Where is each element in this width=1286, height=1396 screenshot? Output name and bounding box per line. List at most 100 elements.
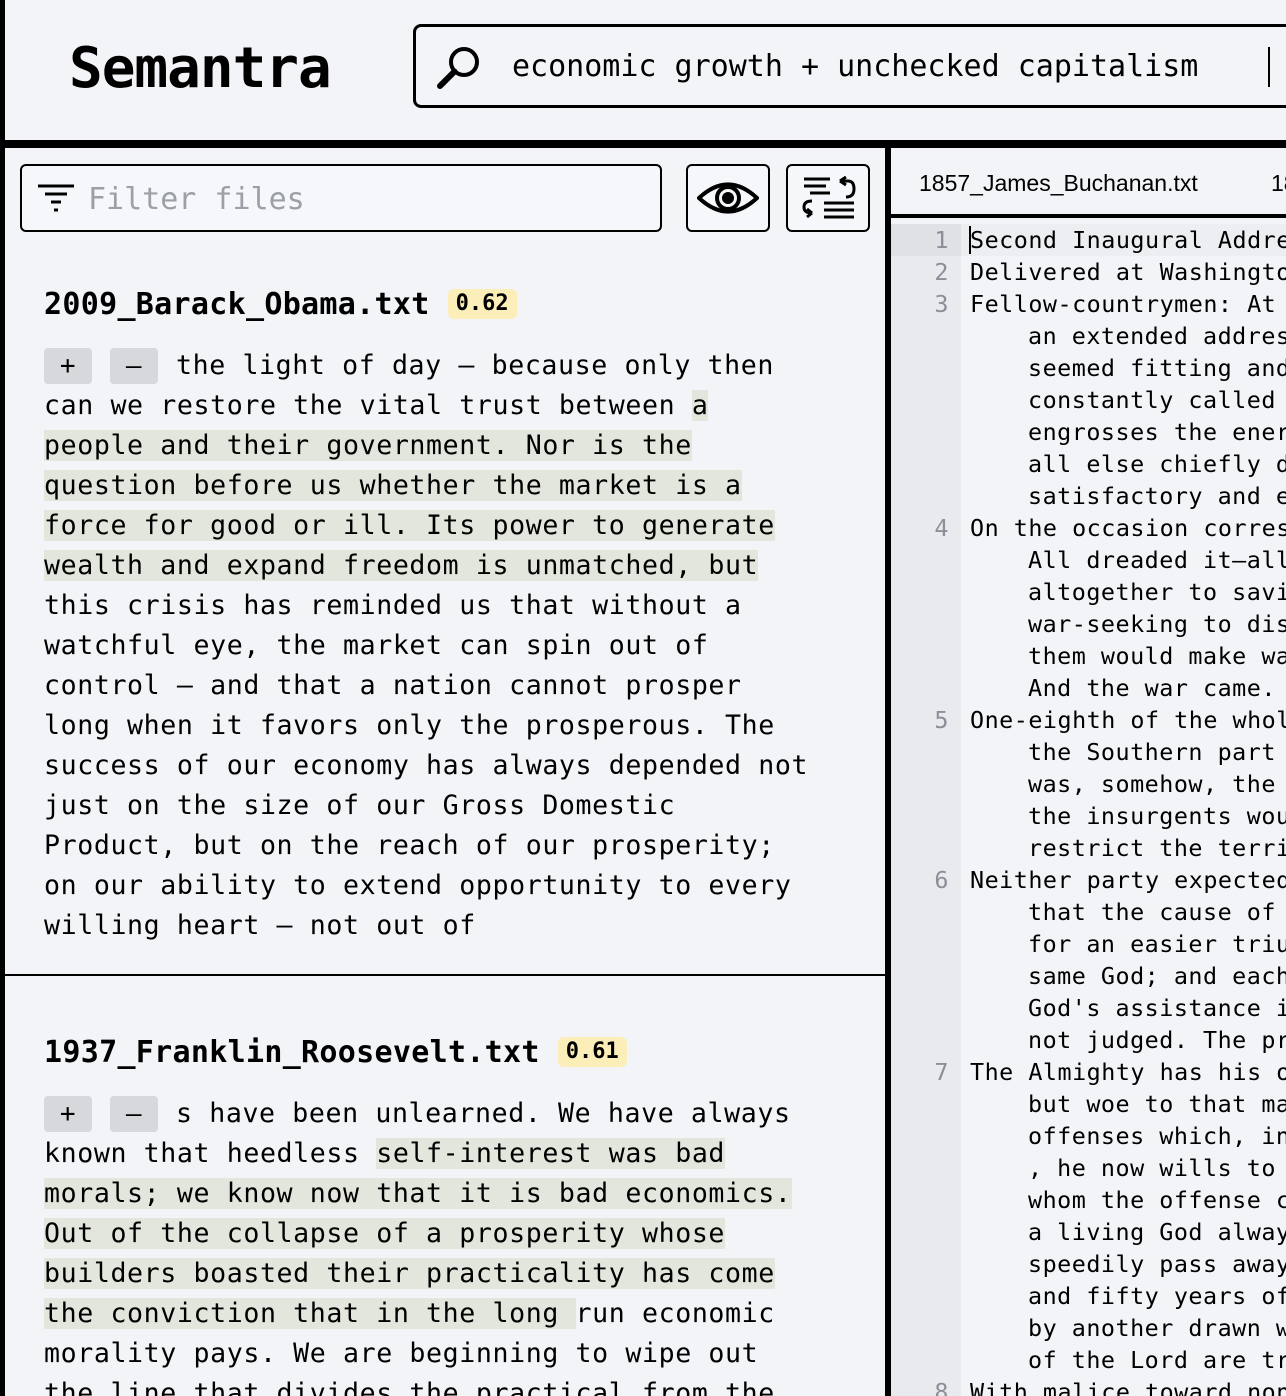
code-text: war-seeking to dis xyxy=(1028,610,1286,638)
snippet-line: just on the size of our Gross Domestic xyxy=(44,786,864,826)
code-text: of the Lord are tr xyxy=(1028,1346,1286,1374)
snippet-text: just on the size of our Gross Domestic xyxy=(44,790,676,821)
snippet-text: long when it favors only the prosperous.… xyxy=(44,710,775,741)
code-text: Second Inaugural Addre xyxy=(970,226,1286,254)
code-text: the Southern part xyxy=(1028,738,1276,766)
highlighted-text: morals; we know now that it is bad econo… xyxy=(44,1178,792,1209)
minus-button[interactable]: – xyxy=(110,1096,158,1132)
code-text: speedily pass away xyxy=(1028,1250,1286,1278)
app-window: Semantra economic growth + unchecked cap… xyxy=(0,0,1286,1396)
snippet-line: can we restore the vital trust between a xyxy=(44,386,864,426)
code-text: a living God alway xyxy=(1028,1218,1286,1246)
tab-file[interactable]: 18 xyxy=(1271,168,1286,198)
code-text: all else chiefly d xyxy=(1028,450,1286,478)
snippet-line: known that heedless self-interest was ba… xyxy=(44,1134,864,1174)
snippet-line: morals; we know now that it is bad econo… xyxy=(44,1174,864,1214)
line-number: 4 xyxy=(934,514,949,542)
code-text: them would make wa xyxy=(1028,642,1286,670)
snippet-text: willing heart — not out of xyxy=(44,910,476,941)
tab-file[interactable]: 1857_James_Buchanan.txt xyxy=(919,168,1198,198)
snippet-line: builders boasted their practicality has … xyxy=(44,1254,864,1294)
snippet-text: success of our economy has always depend… xyxy=(44,750,809,781)
line-number: 8 xyxy=(934,1378,949,1396)
highlighted-text: a xyxy=(691,390,709,421)
search-box[interactable]: economic growth + unchecked capitalism xyxy=(413,24,1286,108)
snippet-text: watchful eye, the market can spin out of xyxy=(44,630,709,661)
result-snippet[interactable]: + – s have been unlearned. We have always k… xyxy=(44,1094,864,1396)
line-number-gutter xyxy=(891,224,961,1396)
snippet-line: on our ability to extend opportunity to … xyxy=(44,866,864,906)
plus-button[interactable]: + xyxy=(44,348,92,384)
snippet-text: run economic xyxy=(575,1298,775,1329)
code-text: All dreaded it—all xyxy=(1028,546,1286,574)
snippet-text: this crisis has reminded us that without… xyxy=(44,590,742,621)
code-text: and fifty years of xyxy=(1028,1282,1286,1310)
preview-editor[interactable]: 1 Second Inaugural Addre 2 Delivered at Was… xyxy=(891,224,1286,1396)
code-text: engrosses the ener xyxy=(1028,418,1286,446)
code-text: whom the offense c xyxy=(1028,1186,1286,1214)
snippet-line: Out of the collapse of a prosperity whos… xyxy=(44,1214,864,1254)
snippet-text: known that heedless xyxy=(44,1138,377,1169)
score-badge: 0.62 xyxy=(447,289,517,319)
plus-button[interactable]: + xyxy=(44,1096,92,1132)
snippet-line: people and their government. Nor is the xyxy=(44,426,864,466)
code-text: the insurgents wou xyxy=(1028,802,1286,830)
line-number: 7 xyxy=(934,1058,949,1086)
snippet-text: can we restore the vital trust between xyxy=(44,390,692,421)
editor-cursor xyxy=(969,226,971,254)
snippet-line: this crisis has reminded us that without… xyxy=(44,586,864,626)
code-text: not judged. The pr xyxy=(1028,1026,1286,1054)
result-snippet[interactable]: + – the light of day — because only then ca… xyxy=(44,346,864,946)
header-divider xyxy=(0,140,1286,148)
result-filename[interactable]: 1937_Franklin_Roosevelt.txt xyxy=(44,1035,540,1070)
highlighted-text: question before us whether the market is… xyxy=(44,470,742,501)
code-text: And the war came. xyxy=(1028,674,1276,702)
search-input[interactable]: economic growth + unchecked capitalism xyxy=(512,45,1272,89)
highlighted-text: builders boasted their practicality has … xyxy=(44,1258,775,1289)
snippet-line: willing heart — not out of xyxy=(44,906,864,946)
app-logo: Semantra xyxy=(69,36,332,101)
snippet-line: the conviction that in the long run econ… xyxy=(44,1294,864,1334)
filter-icon xyxy=(38,184,74,212)
sort-button[interactable] xyxy=(786,164,870,232)
code-text: offenses which, in xyxy=(1028,1122,1286,1150)
code-text: constantly called xyxy=(1028,386,1276,414)
header: Semantra economic growth + unchecked cap… xyxy=(5,0,1286,140)
preview-panel: 1857_James_Buchanan.txt 18 1 Second Inaug… xyxy=(891,148,1286,1396)
code-text: an extended addres xyxy=(1028,322,1286,350)
snippet-line: + – s have been unlearned. We have always xyxy=(44,1094,864,1134)
code-text: One-eighth of the whol xyxy=(970,706,1286,734)
snippet-text: the line that divides the practical from… xyxy=(44,1378,775,1396)
text-caret xyxy=(1268,47,1270,87)
snippet-line: question before us whether the market is… xyxy=(44,466,864,506)
code-text: Neither party expected xyxy=(970,866,1286,894)
snippet-text: control — and that a nation cannot prosp… xyxy=(44,670,742,701)
highlighted-text: force for good or ill. Its power to gene… xyxy=(44,510,775,541)
filter-input[interactable] xyxy=(88,180,648,220)
code-text: that the cause of xyxy=(1028,898,1276,926)
highlighted-text: self-interest was bad xyxy=(376,1138,726,1169)
snippet-line: + – the light of day — because only then xyxy=(44,346,864,386)
code-text: but woe to that ma xyxy=(1028,1090,1286,1118)
code-text: With malice toward non xyxy=(970,1378,1286,1396)
snippet-text: the light of day — because only then xyxy=(176,350,774,381)
snippet-line: the line that divides the practical from… xyxy=(44,1374,864,1396)
line-number: 5 xyxy=(934,706,949,734)
code-text: was, somehow, the xyxy=(1028,770,1276,798)
snippet-line: morality pays. We are beginning to wipe … xyxy=(44,1334,864,1374)
score-badge: 0.61 xyxy=(557,1037,627,1067)
code-text: On the occasion corres xyxy=(970,514,1286,542)
snippet-text: morality pays. We are beginning to wipe … xyxy=(44,1338,759,1369)
code-text: satisfactory and e xyxy=(1028,482,1286,510)
result-header: 2009_Barack_Obama.txt 0.62 xyxy=(44,284,517,324)
code-text: altogether to savi xyxy=(1028,578,1286,606)
code-text: by another drawn w xyxy=(1028,1314,1286,1342)
minus-button[interactable]: – xyxy=(110,348,158,384)
code-text: God's assistance i xyxy=(1028,994,1286,1022)
code-text: for an easier triu xyxy=(1028,930,1286,958)
result-filename[interactable]: 2009_Barack_Obama.txt xyxy=(44,287,430,322)
line-number: 2 xyxy=(934,258,949,286)
line-number: 3 xyxy=(934,290,949,318)
preview-toggle-button[interactable] xyxy=(686,164,770,232)
filter-box[interactable] xyxy=(20,164,662,232)
